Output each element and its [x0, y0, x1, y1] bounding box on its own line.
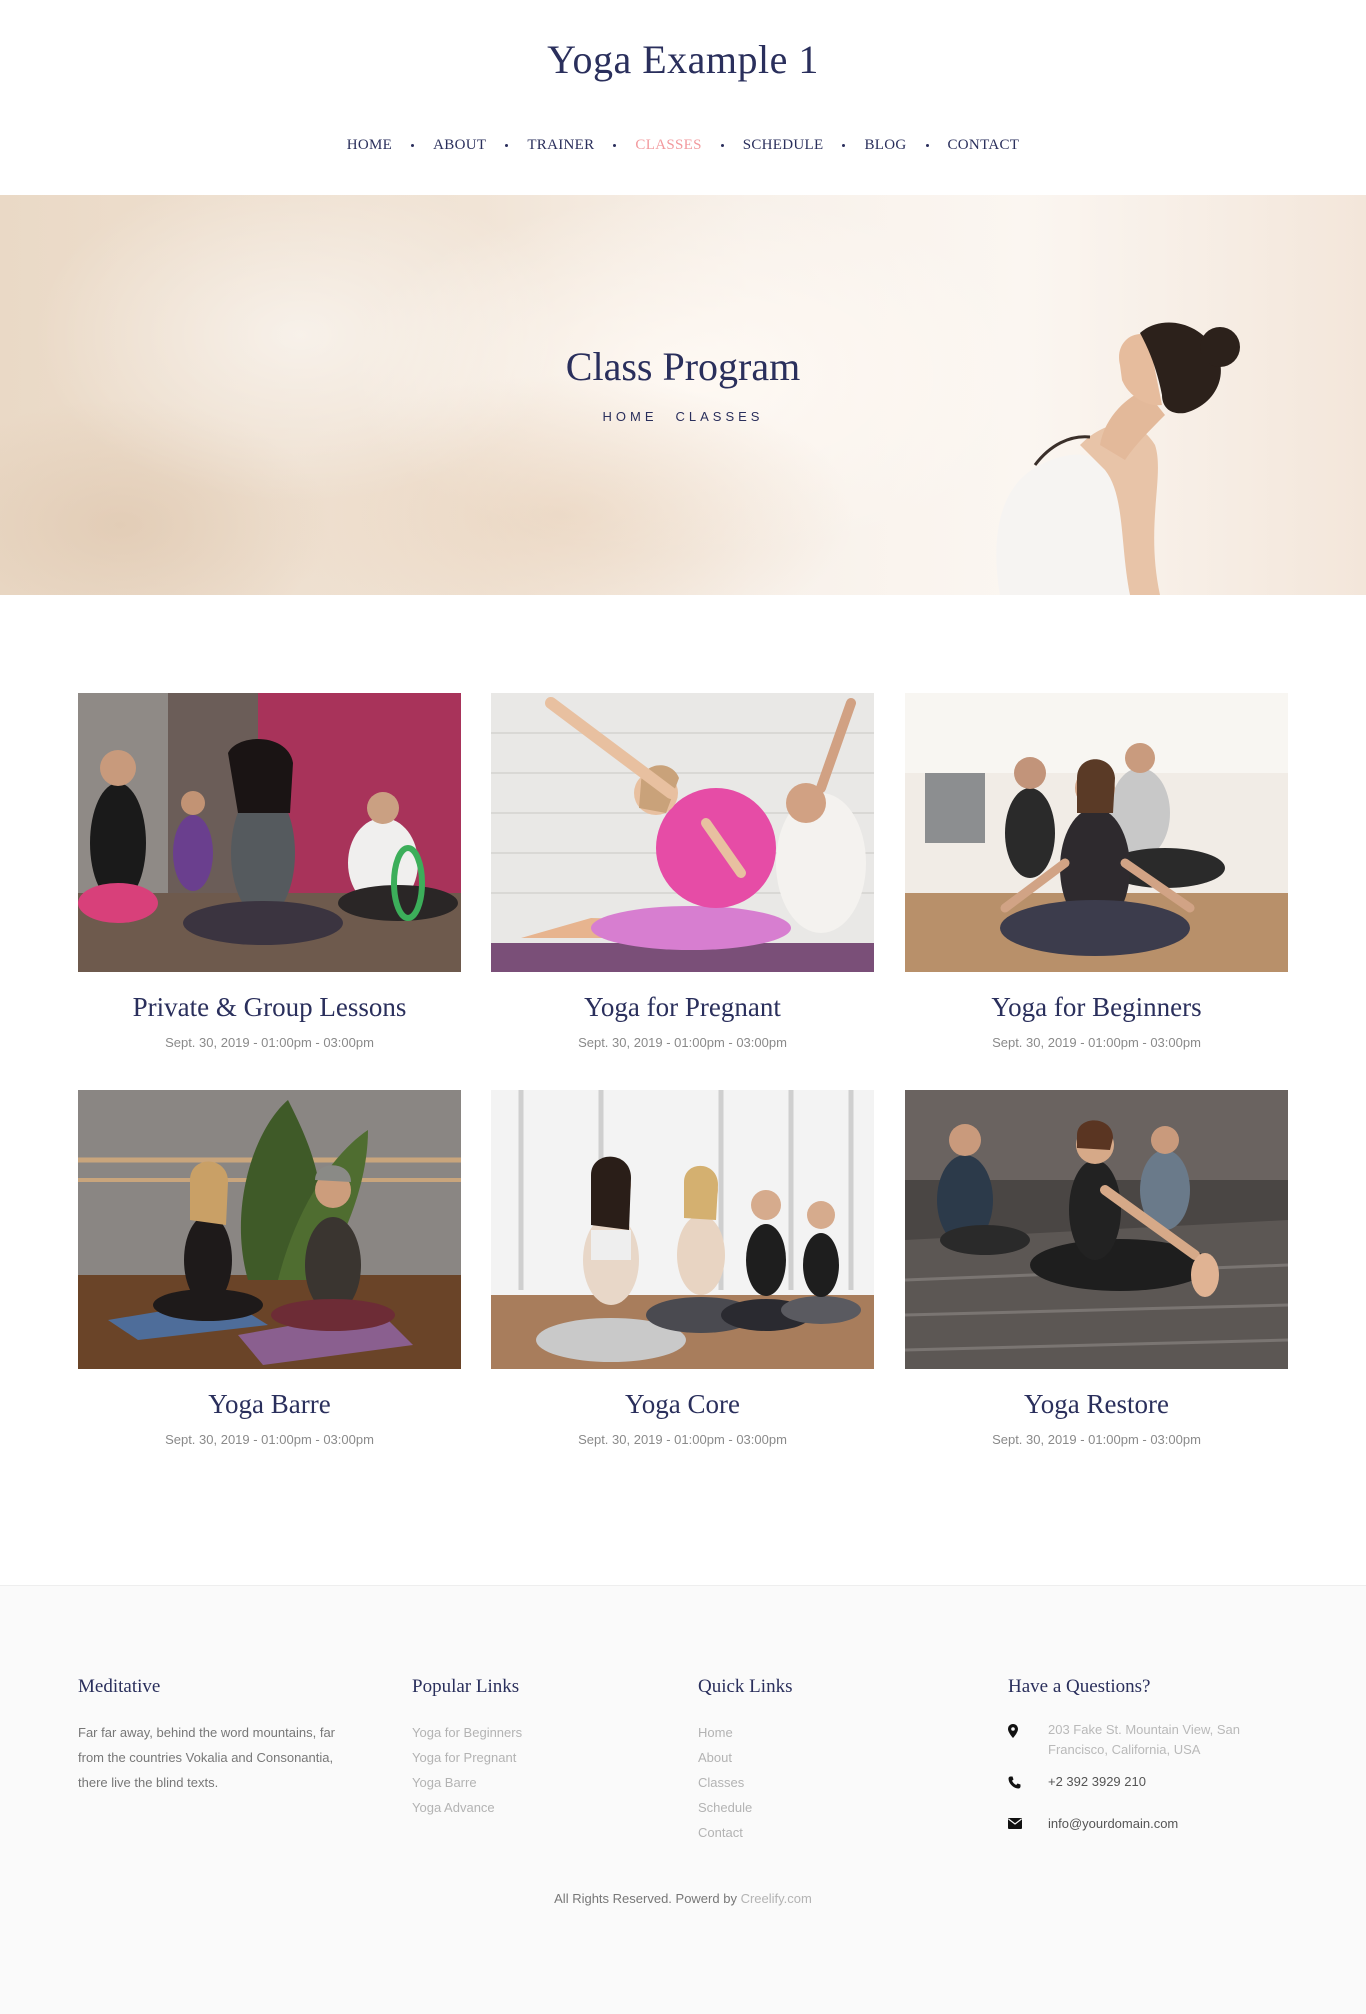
- copyright: All Rights Reserved. Powerd by Creelify.…: [0, 1891, 1366, 1906]
- nav-trainer[interactable]: TRAINER: [527, 137, 594, 154]
- footer-contact-heading: Have a Questions?: [1008, 1676, 1151, 1697]
- class-card: Yoga Core Sept. 30, 2019 - 01:00pm - 03:…: [491, 1090, 874, 1447]
- footer-link-yoga-barre[interactable]: Yoga Barre: [412, 1770, 522, 1795]
- class-title[interactable]: Yoga Core: [491, 1389, 874, 1420]
- class-image-barre[interactable]: [78, 1090, 461, 1369]
- contact-address: 203 Fake St. Mountain View, San Francisc…: [1008, 1720, 1263, 1760]
- class-image-group-lessons[interactable]: [78, 693, 461, 972]
- copyright-text: All Rights Reserved. Powerd by: [554, 1891, 737, 1906]
- footer-link-about[interactable]: About: [698, 1745, 792, 1770]
- phone-icon: [1008, 1772, 1048, 1789]
- classes-section: Private & Group Lessons Sept. 30, 2019 -…: [0, 595, 1366, 1585]
- class-image-pregnant[interactable]: [491, 693, 874, 972]
- nav-about[interactable]: ABOUT: [433, 137, 486, 154]
- class-title[interactable]: Yoga for Beginners: [905, 992, 1288, 1023]
- class-title[interactable]: Private & Group Lessons: [78, 992, 461, 1023]
- nav-contact[interactable]: CONTACT: [948, 137, 1020, 154]
- nav-separator: [720, 144, 724, 147]
- footer-contact: Have a Questions? 203 Fake St. Mountain …: [1008, 1676, 1263, 1846]
- contact-email-text[interactable]: info@yourdomain.com: [1048, 1814, 1263, 1834]
- nav-blog[interactable]: BLOG: [864, 137, 906, 154]
- class-title[interactable]: Yoga Barre: [78, 1389, 461, 1420]
- footer-link-home[interactable]: Home: [698, 1720, 792, 1745]
- footer-popular-links: Popular Links Yoga for Beginners Yoga fo…: [412, 1676, 522, 1820]
- main-nav: HOME ABOUT TRAINER CLASSES SCHEDULE BLOG…: [0, 137, 1366, 154]
- footer-link-schedule[interactable]: Schedule: [698, 1795, 792, 1820]
- class-card: Yoga for Pregnant Sept. 30, 2019 - 01:00…: [491, 693, 874, 1050]
- class-image-restore[interactable]: [905, 1090, 1288, 1369]
- class-date: Sept. 30, 2019 - 01:00pm - 03:00pm: [578, 1035, 787, 1050]
- class-image-beginners[interactable]: [905, 693, 1288, 972]
- site-footer: Meditative Far far away, behind the word…: [0, 1585, 1366, 2014]
- nav-separator: [925, 144, 929, 147]
- footer-about-text: Far far away, behind the word mountains,…: [78, 1725, 335, 1790]
- footer-link-contact[interactable]: Contact: [698, 1820, 792, 1845]
- nav-classes[interactable]: CLASSES: [635, 137, 701, 154]
- footer-quick-links: Quick Links Home About Classes Schedule …: [698, 1676, 792, 1845]
- footer-link-yoga-beginners[interactable]: Yoga for Beginners: [412, 1720, 522, 1745]
- class-date: Sept. 30, 2019 - 01:00pm - 03:00pm: [165, 1432, 374, 1447]
- nav-home[interactable]: HOME: [347, 137, 392, 154]
- contact-phone-text[interactable]: +2 392 3929 210: [1048, 1772, 1263, 1792]
- hero-banner: Class Program HOME CLASSES: [0, 195, 1366, 595]
- map-marker-icon: [1008, 1720, 1048, 1738]
- site-title[interactable]: Yoga Example 1: [0, 36, 1366, 83]
- class-date: Sept. 30, 2019 - 01:00pm - 03:00pm: [992, 1432, 1201, 1447]
- class-card: Yoga Barre Sept. 30, 2019 - 01:00pm - 03…: [78, 1090, 461, 1447]
- footer-quick-heading: Quick Links: [698, 1676, 793, 1697]
- nav-separator: [411, 144, 415, 147]
- nav-schedule[interactable]: SCHEDULE: [743, 137, 824, 154]
- class-date: Sept. 30, 2019 - 01:00pm - 03:00pm: [165, 1035, 374, 1050]
- nav-separator: [613, 144, 617, 147]
- footer-link-classes[interactable]: Classes: [698, 1770, 792, 1795]
- footer-link-yoga-advance[interactable]: Yoga Advance: [412, 1795, 522, 1820]
- class-image-core[interactable]: [491, 1090, 874, 1369]
- class-date: Sept. 30, 2019 - 01:00pm - 03:00pm: [992, 1035, 1201, 1050]
- breadcrumb: HOME CLASSES: [0, 409, 1366, 424]
- footer-link-yoga-pregnant[interactable]: Yoga for Pregnant: [412, 1745, 522, 1770]
- breadcrumb-home[interactable]: HOME: [603, 409, 658, 424]
- breadcrumb-classes: CLASSES: [675, 409, 764, 424]
- nav-separator: [505, 144, 509, 147]
- class-card: Yoga Restore Sept. 30, 2019 - 01:00pm - …: [905, 1090, 1288, 1447]
- class-title[interactable]: Yoga Restore: [905, 1389, 1288, 1420]
- contact-email: info@yourdomain.com: [1008, 1814, 1263, 1834]
- footer-about: Meditative Far far away, behind the word…: [78, 1676, 348, 1795]
- class-date: Sept. 30, 2019 - 01:00pm - 03:00pm: [578, 1432, 787, 1447]
- site-header: Yoga Example 1 HOME ABOUT TRAINER CLASSE…: [0, 0, 1366, 195]
- footer-popular-heading: Popular Links: [412, 1676, 520, 1697]
- class-card: Private & Group Lessons Sept. 30, 2019 -…: [78, 693, 461, 1050]
- class-title[interactable]: Yoga for Pregnant: [491, 992, 874, 1023]
- hero-yoga-woman-image: [996, 322, 1240, 595]
- contact-phone: +2 392 3929 210: [1008, 1772, 1263, 1792]
- envelope-icon: [1008, 1814, 1048, 1829]
- class-card: Yoga for Beginners Sept. 30, 2019 - 01:0…: [905, 693, 1288, 1050]
- copyright-link[interactable]: Creelify.com: [741, 1891, 812, 1906]
- nav-separator: [842, 144, 846, 147]
- footer-about-heading: Meditative: [78, 1676, 161, 1697]
- hero-title: Class Program: [565, 344, 801, 389]
- contact-address-text: 203 Fake St. Mountain View, San Francisc…: [1048, 1722, 1240, 1757]
